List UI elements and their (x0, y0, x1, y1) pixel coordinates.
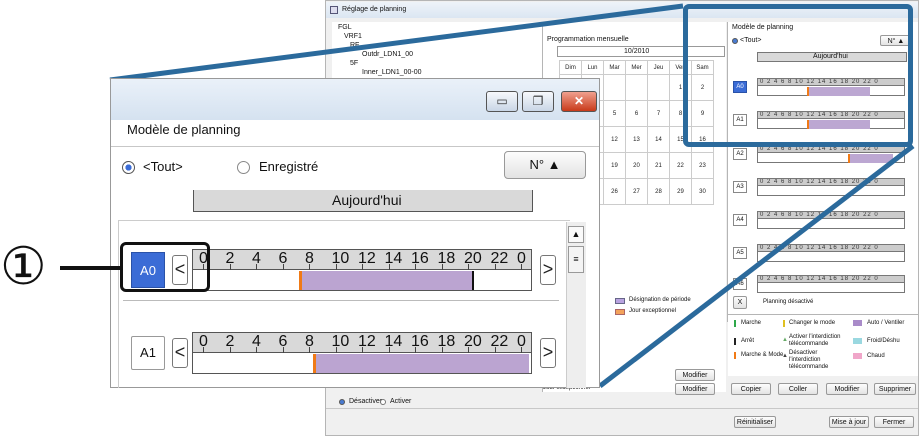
zoom-ruler-scale: 0 2 4 6 8 10 12 14 16 18 20 22 0 (193, 250, 531, 270)
hour-tick (415, 347, 416, 353)
hour-tick (362, 347, 363, 353)
start-marker-a1 (313, 354, 316, 373)
hour-label: 10 (331, 250, 350, 267)
callout-number: ① (0, 238, 47, 296)
zoom-registered-label: Enregistré (259, 159, 319, 174)
hour-tick (282, 264, 284, 270)
zoom-schedule-bar-a1: 0 2 4 6 8 10 12 14 16 18 20 22 0 (192, 332, 532, 374)
close-icon[interactable]: ✕ (561, 91, 597, 112)
hour-tick (229, 264, 231, 270)
hour-tick (362, 264, 363, 270)
scroll-thumb[interactable]: ≡ (568, 246, 584, 273)
hour-label: 20 (464, 250, 482, 267)
hour-label: 12 (358, 333, 376, 350)
hour-label: 14 (384, 250, 403, 267)
hour-label: 18 (437, 250, 456, 267)
hour-label: 10 (331, 333, 350, 350)
hour-label: 14 (384, 333, 403, 350)
hour-tick (441, 347, 443, 353)
hour-label: 12 (358, 250, 376, 267)
zoom-divider (111, 146, 599, 147)
restore-icon[interactable]: ❐ (522, 91, 554, 112)
hour-label: 22 (490, 333, 509, 350)
hour-tick (335, 347, 337, 353)
zoom-sort-button[interactable]: N° ▲ (504, 151, 586, 179)
hour-tick (309, 347, 310, 353)
hour-tick (229, 347, 231, 353)
hour-tick (256, 264, 257, 270)
zoom-next-button-a1[interactable]: > (540, 338, 556, 368)
zoom-row-button-a1[interactable]: A1 (131, 336, 165, 370)
zoom-panel-title: Modèle de planning (127, 122, 241, 137)
end-marker-a0 (472, 271, 474, 290)
row-divider (123, 300, 559, 301)
hour-label: 20 (464, 333, 482, 350)
hour-tick (468, 347, 469, 353)
minimize-icon[interactable]: ▭ (486, 91, 518, 112)
hour-label: 16 (411, 333, 429, 350)
zoom-ruler-scale: 0 2 4 6 8 10 12 14 16 18 20 22 0 (193, 333, 531, 353)
hour-tick (388, 347, 390, 353)
zoom-today-label: Aujourd'hui (332, 192, 402, 208)
zoom-all-label: <Tout> (143, 159, 183, 174)
zoom-registered-radio[interactable] (237, 161, 250, 174)
hour-label: 22 (490, 250, 509, 267)
zoom-prev-button-a1[interactable]: < (172, 338, 188, 368)
zoom-schedule-bar-a0: 0 2 4 6 8 10 12 14 16 18 20 22 0 (192, 249, 532, 291)
zoom-all-radio[interactable] (122, 161, 135, 174)
hour-tick (335, 264, 337, 270)
zoom-next-button-a0[interactable]: > (540, 255, 556, 285)
scroll-up-icon[interactable]: ▲ (568, 226, 584, 243)
hour-tick (521, 264, 522, 270)
hour-label: 18 (437, 333, 456, 350)
pattern-fill-a0 (300, 271, 472, 290)
hour-tick (494, 347, 496, 353)
callout-highlight-box (120, 242, 210, 292)
start-marker-a0 (299, 271, 302, 290)
hour-tick (203, 347, 204, 353)
pattern-fill-a1 (314, 354, 529, 373)
hour-tick (521, 347, 522, 353)
hour-tick (309, 264, 310, 270)
callout-line (60, 266, 120, 270)
hour-tick (388, 264, 390, 270)
hour-tick (415, 264, 416, 270)
hour-tick (441, 264, 443, 270)
hour-tick (282, 347, 284, 353)
hour-tick (468, 264, 469, 270)
hour-tick (494, 264, 496, 270)
zoom-today-ruler: Aujourd'hui (193, 190, 533, 212)
hour-label: 16 (411, 250, 429, 267)
hour-tick (256, 347, 257, 353)
